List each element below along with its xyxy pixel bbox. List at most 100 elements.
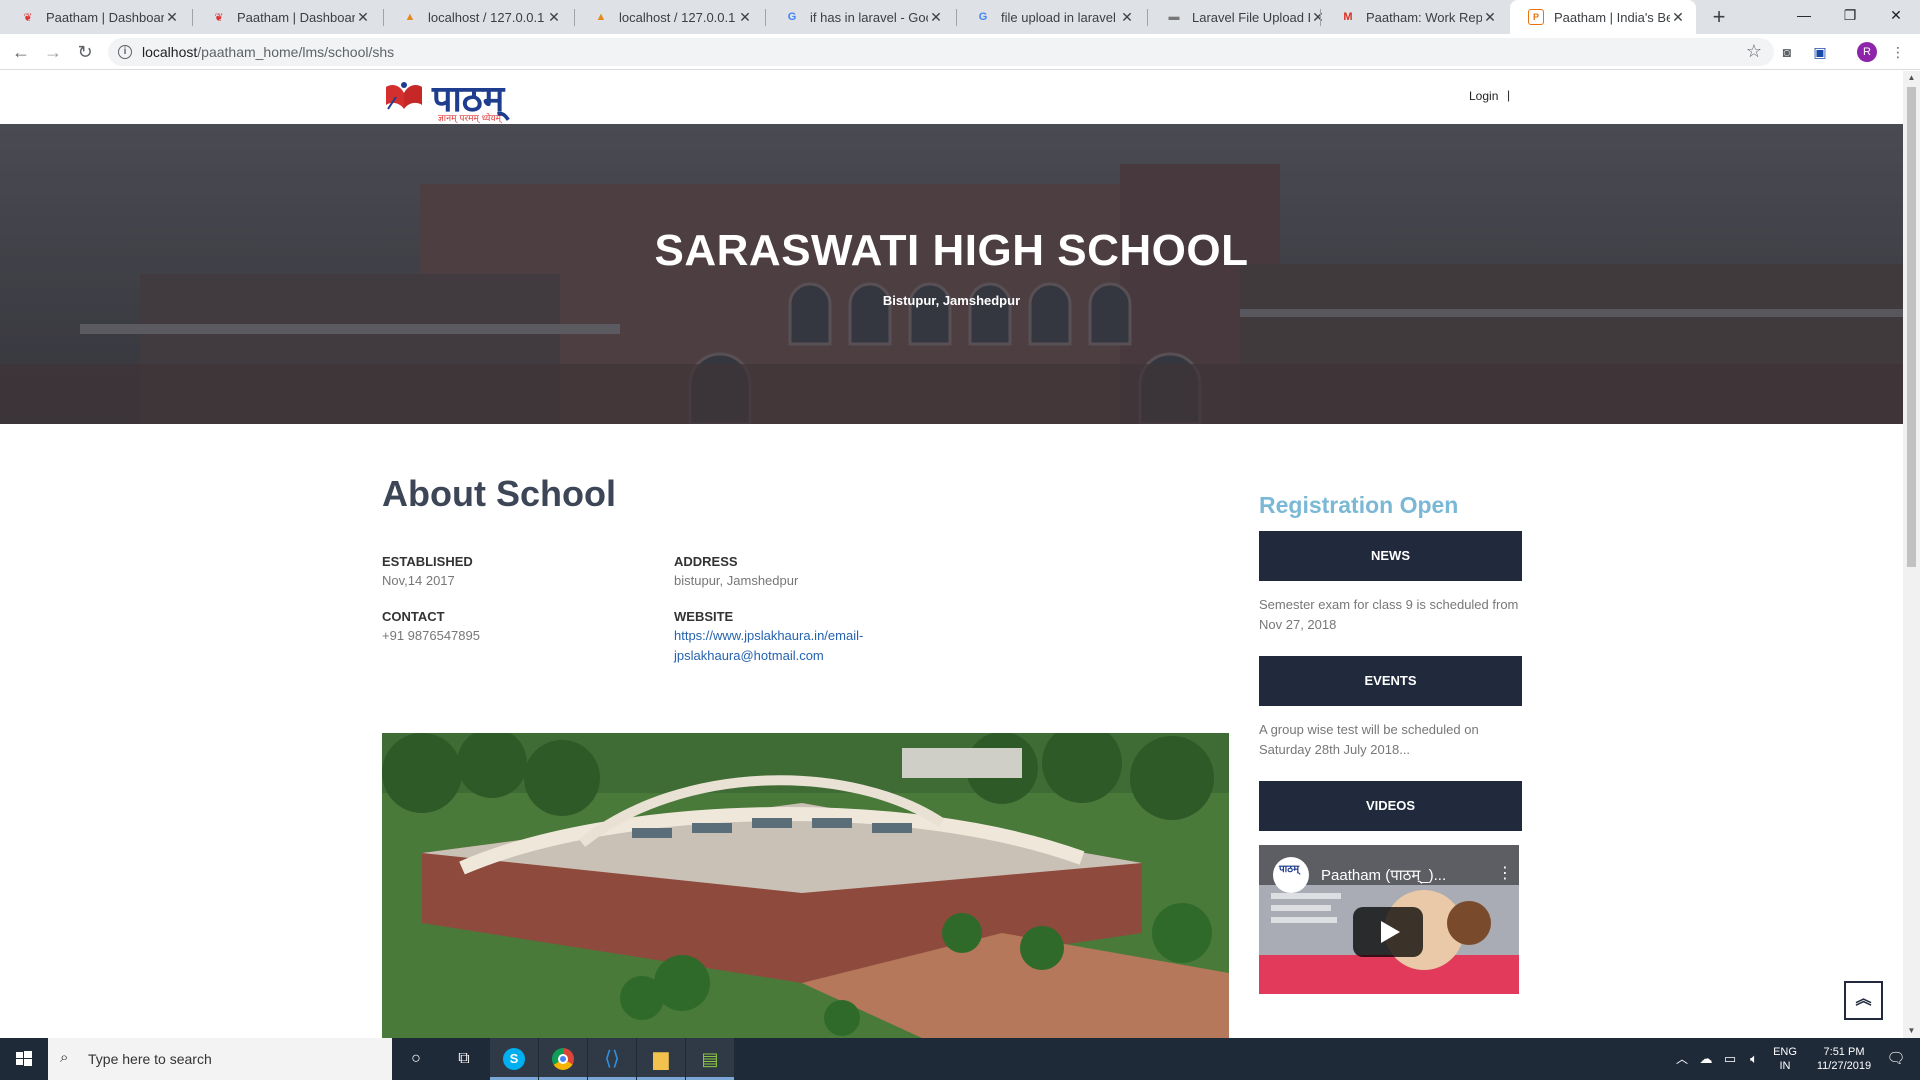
browser-toolbar: ← → ↻ i localhost/paatham_home/lms/schoo… <box>0 34 1920 70</box>
logo-tagline: ज्ञानम् परमम् ध्येयम् <box>438 114 501 124</box>
chrome-icon[interactable] <box>539 1038 587 1080</box>
vscode-icon[interactable]: ⟨⟩ <box>588 1038 636 1080</box>
close-icon[interactable]: ✕ <box>1670 9 1686 26</box>
tab-title: Paatham | Dashboard <box>46 9 164 25</box>
google-icon: G <box>787 11 797 23</box>
volume-icon[interactable]: 🔈︎ <box>1742 1038 1766 1080</box>
url-text[interactable]: localhost/paatham_home/lms/school/shs <box>142 44 394 60</box>
events-text: A group wise test will be scheduled on S… <box>1259 722 1479 757</box>
close-icon[interactable]: ✕ <box>737 9 753 26</box>
browser-tab[interactable]: ▲ localhost / 127.0.0.1 / p ✕ <box>384 0 572 34</box>
tab-title: localhost / 127.0.0.1 / p <box>619 9 737 25</box>
hero-banner: SARASWATI HIGH SCHOOL Bistupur, Jamshedp… <box>0 124 1903 424</box>
bookmark-star-icon[interactable]: ☆ <box>1746 41 1762 62</box>
tab-title: if has in laravel - Googl <box>810 9 928 25</box>
scroll-to-top-button[interactable]: ︽ <box>1844 981 1883 1020</box>
close-icon[interactable]: ✕ <box>1482 9 1498 26</box>
paatham-logo[interactable]: पाठम् ज्ञानम् परमम् ध्येयम् <box>382 73 532 124</box>
paatham-logo-icon: ❦ <box>23 11 33 24</box>
gmail-icon: M <box>1343 11 1353 23</box>
cast-icon[interactable]: ▣ <box>1810 42 1830 62</box>
notifications-icon[interactable]: 🗨︎ <box>1876 1038 1916 1080</box>
browser-tab[interactable]: ❦ Paatham | Dashboard ✕ <box>2 0 190 34</box>
browser-tab[interactable]: ❦ Paatham | Dashboard ✕ <box>193 0 381 34</box>
website-link-continued[interactable]: jpslakhaura@hotmail.com <box>674 646 824 666</box>
address-bar[interactable]: i localhost/paatham_home/lms/school/shs … <box>108 38 1774 66</box>
file-explorer-icon[interactable]: ▆ <box>637 1038 685 1080</box>
events-button[interactable]: EVENTS <box>1259 656 1522 706</box>
school-photo <box>382 733 1229 1038</box>
tab-title: Paatham | India's Best c <box>1554 9 1670 25</box>
onedrive-icon[interactable]: ☁ <box>1694 1038 1718 1080</box>
network-icon[interactable]: ▭ <box>1718 1038 1742 1080</box>
scroll-down-icon[interactable]: ▼ <box>1903 1024 1920 1038</box>
login-link[interactable]: Login <box>1469 89 1498 103</box>
browser-tab[interactable]: G if has in laravel - Googl ✕ <box>766 0 954 34</box>
show-hidden-icons[interactable]: ︿ <box>1670 1038 1694 1080</box>
search-icon: ⌕ <box>60 1049 69 1066</box>
browser-tab[interactable]: ▲ localhost / 127.0.0.1 / p ✕ <box>575 0 763 34</box>
camera-icon[interactable]: ◙ <box>1777 42 1797 62</box>
clock[interactable]: 7:51 PM 11/27/2019 <box>1804 1045 1884 1073</box>
tab-title: localhost / 127.0.0.1 / p <box>428 9 546 25</box>
info-icon[interactable]: i <box>118 45 132 59</box>
skype-icon[interactable]: S <box>490 1038 538 1080</box>
close-icon[interactable]: ✕ <box>164 9 180 26</box>
windows-taskbar: ⌕ Type here to search ○ ⧉ S ⟨⟩ ▆ ▤ ︿ ☁ ▭… <box>0 1038 1920 1080</box>
google-icon: G <box>978 11 988 23</box>
new-tab-button[interactable]: + <box>1706 5 1732 29</box>
video-logo-icon: पाठम् <box>1279 864 1300 875</box>
browser-tab[interactable]: G file upload in laravel - C ✕ <box>957 0 1145 34</box>
menu-icon[interactable]: ⋮ <box>1888 42 1908 62</box>
videos-button[interactable]: VIDEOS <box>1259 781 1522 831</box>
region-code: IN <box>1779 1060 1791 1072</box>
contact-label: CONTACT <box>382 609 445 624</box>
contact-value: +91 9876547895 <box>382 628 480 643</box>
video-title: Paatham (पाठम्_)... <box>1321 867 1447 884</box>
close-window-icon[interactable]: ✕ <box>1873 0 1919 30</box>
website-link[interactable]: https://www.jpslakhaura.in/email- <box>674 626 863 646</box>
site-icon: ▬ <box>1168 11 1180 23</box>
language-indicator[interactable]: ENG IN <box>1770 1045 1800 1073</box>
forward-icon[interactable]: → <box>41 40 65 64</box>
school-location: Bistupur, Jamshedpur <box>882 293 1021 308</box>
browser-tab[interactable]: M Paatham: Work Report ✕ <box>1322 0 1508 34</box>
browser-tab-strip: ❦ Paatham | Dashboard ✕ ❦ Paatham | Dash… <box>0 0 1920 34</box>
scroll-thumb[interactable] <box>1907 87 1916 567</box>
phpmyadmin-icon: ▲ <box>595 11 607 23</box>
close-icon[interactable]: ✕ <box>546 9 562 26</box>
task-view-icon[interactable]: ⧉ <box>440 1038 488 1080</box>
news-text: Semester exam for class 9 is scheduled f… <box>1259 597 1519 632</box>
restore-icon[interactable]: ❐ <box>1827 0 1873 30</box>
website-label: WEBSITE <box>674 609 734 624</box>
browser-tab[interactable]: ▬ Laravel File Upload Exa ✕ <box>1148 0 1336 34</box>
close-icon[interactable]: ✕ <box>928 9 944 26</box>
more-options-icon[interactable]: ⋮ <box>1497 863 1513 883</box>
established-label: ESTABLISHED <box>382 554 473 569</box>
notepad-plus-icon[interactable]: ▤ <box>686 1038 734 1080</box>
scroll-up-icon[interactable]: ▲ <box>1903 71 1920 85</box>
page-viewport: पाठम् ज्ञानम् परमम् ध्येयम् Login | SARA… <box>0 71 1903 1038</box>
phpmyadmin-icon: ▲ <box>404 11 416 23</box>
news-button[interactable]: NEWS <box>1259 531 1522 581</box>
url-host: localhost <box>142 44 198 60</box>
minimize-icon[interactable]: — <box>1781 0 1827 30</box>
clock-date: 11/27/2019 <box>1816 1060 1872 1072</box>
taskbar-search-box[interactable]: ⌕ Type here to search <box>48 1038 392 1080</box>
about-heading: About School <box>382 473 616 514</box>
close-icon[interactable]: ✕ <box>355 9 371 26</box>
cortana-icon[interactable]: ○ <box>392 1038 440 1080</box>
video-thumbnail[interactable]: पाठम् Paatham (पाठम्_)... ⋮ <box>1259 845 1519 994</box>
browser-tab-active[interactable]: P Paatham | India's Best c ✕ <box>1510 0 1696 34</box>
close-icon[interactable]: ✕ <box>1119 9 1135 26</box>
page-scrollbar[interactable]: ▲ ▼ <box>1903 71 1920 1038</box>
reload-icon[interactable]: ↻ <box>73 40 97 64</box>
back-icon[interactable]: ← <box>9 40 33 64</box>
registration-open-link[interactable]: Registration Open <box>1259 492 1458 519</box>
tab-title: Paatham | Dashboard <box>237 9 355 25</box>
url-path: /paatham_home/lms/school/shs <box>197 44 395 60</box>
windows-start-button[interactable] <box>0 1038 48 1080</box>
profile-avatar[interactable]: R <box>1857 42 1877 62</box>
address-value: bistupur, Jamshedpur <box>674 573 799 588</box>
nav-separator: | <box>1507 88 1511 102</box>
